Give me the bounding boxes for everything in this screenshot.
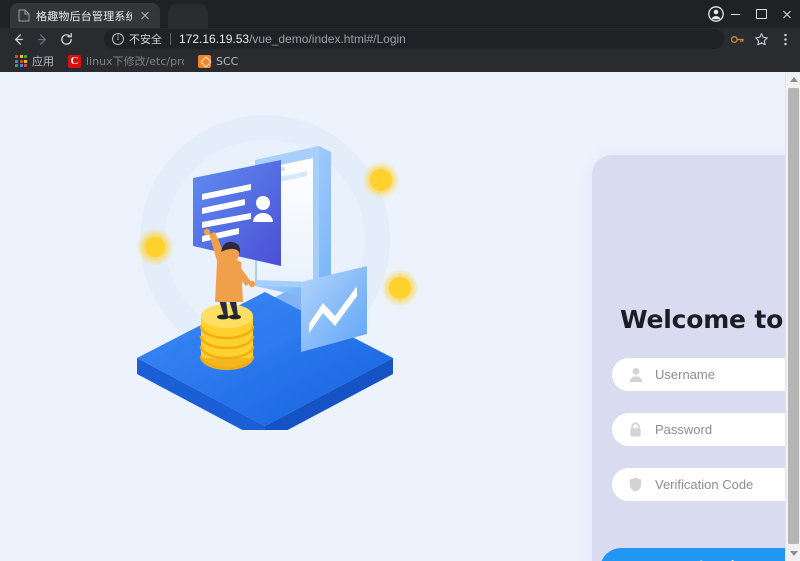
omnibox-actions [726,28,796,50]
maximize-button[interactable] [748,0,774,28]
star-icon[interactable] [750,28,772,50]
bookmark-scc[interactable]: SCC [191,52,245,70]
browser-tab[interactable]: 格趣物后台管理系统 [10,3,160,28]
password-placeholder: Password [655,422,713,437]
reload-icon[interactable] [54,28,78,50]
page-viewport: Welcome to Use Username Passw [0,72,800,561]
username-placeholder: Username [655,367,715,382]
url-path: /vue_demo/index.html#/Login [249,32,406,46]
bookmark-label: SCC [216,54,239,68]
password-field[interactable]: Password [612,413,800,446]
bookmark-label: linux下修改/etc/prof [86,55,184,68]
bookmarks-bar: 应用 C linux下修改/etc/prof SCC [0,50,800,72]
verification-code-placeholder: Verification Code [655,477,754,492]
window-close-button[interactable] [774,0,800,28]
bookmark-label: 应用 [32,55,54,68]
new-tab-button[interactable] [168,4,208,28]
forward-arrow-icon [30,28,54,50]
user-icon [628,367,643,383]
key-icon[interactable] [726,28,748,50]
login-button[interactable]: Login [600,548,800,561]
close-icon[interactable] [138,9,152,23]
shield-icon [628,477,643,493]
apps-grid-icon [15,55,27,67]
scroll-up-arrow-icon[interactable] [786,72,800,87]
page-icon [18,9,30,22]
window-controls [722,0,800,28]
url-host: 172.16.19.53 [179,32,250,46]
browser-window: 格趣物后台管理系统 i 不安全 172.16.19.53/vue_demo/in… [0,0,800,561]
tab-strip: 格趣物后台管理系统 [0,0,800,28]
bookmark-apps[interactable]: 应用 [8,52,61,70]
isometric-login-illustration [105,100,435,442]
login-panel: Welcome to Use Username Passw [592,155,800,561]
verification-code-field[interactable]: Verification Code [612,468,800,501]
vertical-scrollbar[interactable] [785,72,800,561]
scroll-thumb[interactable] [788,88,799,544]
three-dot-menu-icon[interactable] [774,28,796,50]
divider [170,33,171,45]
back-arrow-icon[interactable] [6,28,30,50]
page-title: Welcome to Use [620,305,800,334]
c-red-icon: C [68,54,81,68]
minimize-button[interactable] [722,0,748,28]
username-field[interactable]: Username [612,358,800,391]
info-circle-icon[interactable] [112,32,124,45]
scroll-down-arrow-icon[interactable] [786,546,800,561]
address-bar[interactable]: 不安全 172.16.19.53/vue_demo/index.html#/Lo… [104,29,724,49]
lock-icon [628,422,643,438]
security-status-label: 不安全 [129,33,162,46]
url-text: 172.16.19.53/vue_demo/index.html#/Login [179,32,406,46]
scc-orange-icon [198,54,211,68]
bookmark-linux-prof[interactable]: C linux下修改/etc/prof [61,52,191,70]
tab-title: 格趣物后台管理系统 [36,9,132,23]
